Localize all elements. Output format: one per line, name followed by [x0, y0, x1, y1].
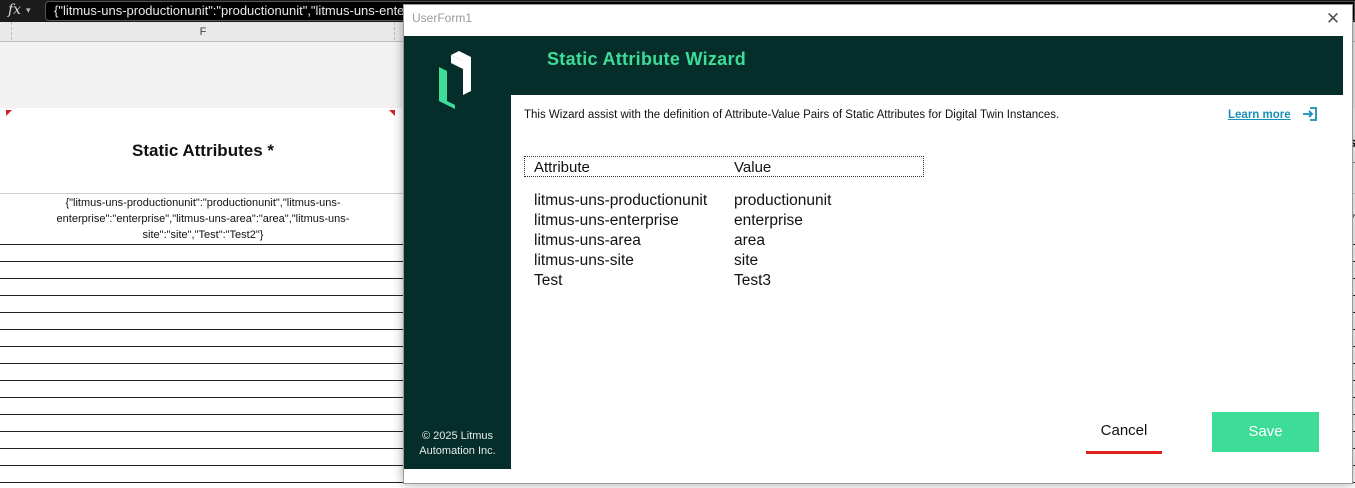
wizard-content: This Wizard assist with the definition o… — [511, 95, 1343, 469]
value-cell: Test3 — [734, 272, 772, 289]
value-cell: site — [734, 252, 759, 269]
value-cell: productionunit — [734, 192, 832, 209]
dialog-title: UserForm1 — [412, 11, 473, 25]
cancel-button[interactable]: Cancel — [1086, 411, 1162, 451]
list-item[interactable]: litmus-uns-site site — [534, 251, 934, 271]
attribute-table-header: Attribute Value — [524, 156, 924, 177]
copyright-text: © 2025 Litmus Automation Inc. — [419, 430, 496, 457]
value-column-header: Value — [734, 159, 772, 176]
attribute-list[interactable]: litmus-uns-productionunit productionunit… — [534, 191, 934, 291]
value-cell: enterprise — [734, 212, 803, 229]
attribute-cell: Test — [534, 272, 563, 289]
chevron-down-icon[interactable]: ▾ — [26, 3, 38, 17]
attribute-cell: litmus-uns-enterprise — [534, 212, 679, 229]
attribute-cell: litmus-uns-area — [534, 232, 641, 249]
attribute-column-header: Attribute — [534, 159, 590, 176]
wizard-description: This Wizard assist with the definition o… — [524, 109, 1060, 121]
list-item[interactable]: litmus-uns-area area — [534, 231, 934, 251]
list-item[interactable]: litmus-uns-enterprise enterprise — [534, 211, 934, 231]
static-attribute-wizard-dialog: UserForm1 ✕ © 2025 Litmus Automation Inc… — [403, 4, 1353, 484]
save-button[interactable]: Save — [1212, 412, 1319, 452]
column-header-f[interactable]: F — [12, 22, 394, 42]
wizard-banner: Static Attribute Wizard — [511, 36, 1343, 95]
attribute-cell: litmus-uns-productionunit — [534, 192, 708, 209]
attribute-cell: litmus-uns-site — [534, 252, 634, 269]
value-cell: area — [734, 232, 766, 249]
exit-arrow-icon[interactable] — [1301, 105, 1319, 123]
wizard-title: Static Attribute Wizard — [547, 49, 747, 69]
cancel-focus-underline — [1086, 451, 1162, 454]
close-icon[interactable]: ✕ — [1322, 8, 1344, 30]
brand-sidebar: © 2025 Litmus Automation Inc. — [404, 36, 511, 469]
static-attributes-header-cell[interactable]: Static Attributes * — [12, 108, 394, 193]
list-item[interactable]: litmus-uns-productionunit productionunit — [534, 191, 934, 211]
litmus-logo — [439, 51, 471, 109]
list-item[interactable]: Test Test3 — [534, 271, 934, 291]
learn-more-link[interactable]: Learn more — [1228, 109, 1291, 121]
static-attributes-json-cell[interactable]: {"litmus-uns-productionunit":"production… — [30, 195, 376, 243]
